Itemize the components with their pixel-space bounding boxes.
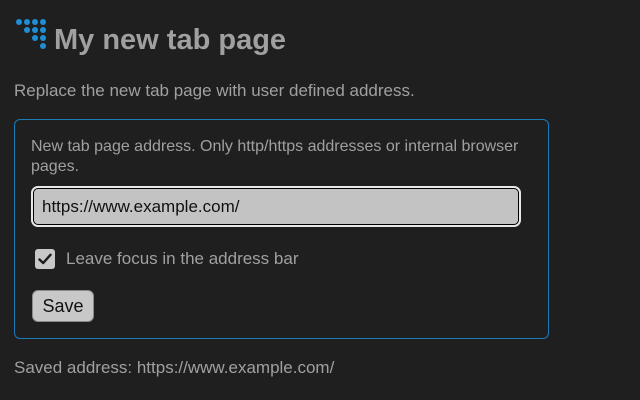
dots-triangle-icon — [16, 19, 46, 49]
focus-checkbox-label: Leave focus in the address bar — [66, 249, 299, 268]
options-page: My new tab page Replace the new tab page… — [0, 0, 640, 400]
checkmark-icon — [38, 253, 52, 265]
page-title: My new tab page — [54, 24, 287, 56]
page-description: Replace the new tab page with user defin… — [14, 81, 415, 100]
settings-panel: New tab page address. Only http/https ad… — [14, 119, 549, 339]
address-field-label: New tab page address. Only http/https ad… — [31, 138, 519, 175]
focus-checkbox[interactable] — [35, 249, 55, 269]
saved-address-status: Saved address: https://www.example.com/ — [14, 358, 335, 377]
save-button[interactable]: Save — [32, 290, 94, 322]
page-header: My new tab page — [16, 19, 287, 60]
focus-checkbox-row[interactable]: Leave focus in the address bar — [35, 249, 298, 269]
address-input[interactable] — [31, 186, 521, 227]
